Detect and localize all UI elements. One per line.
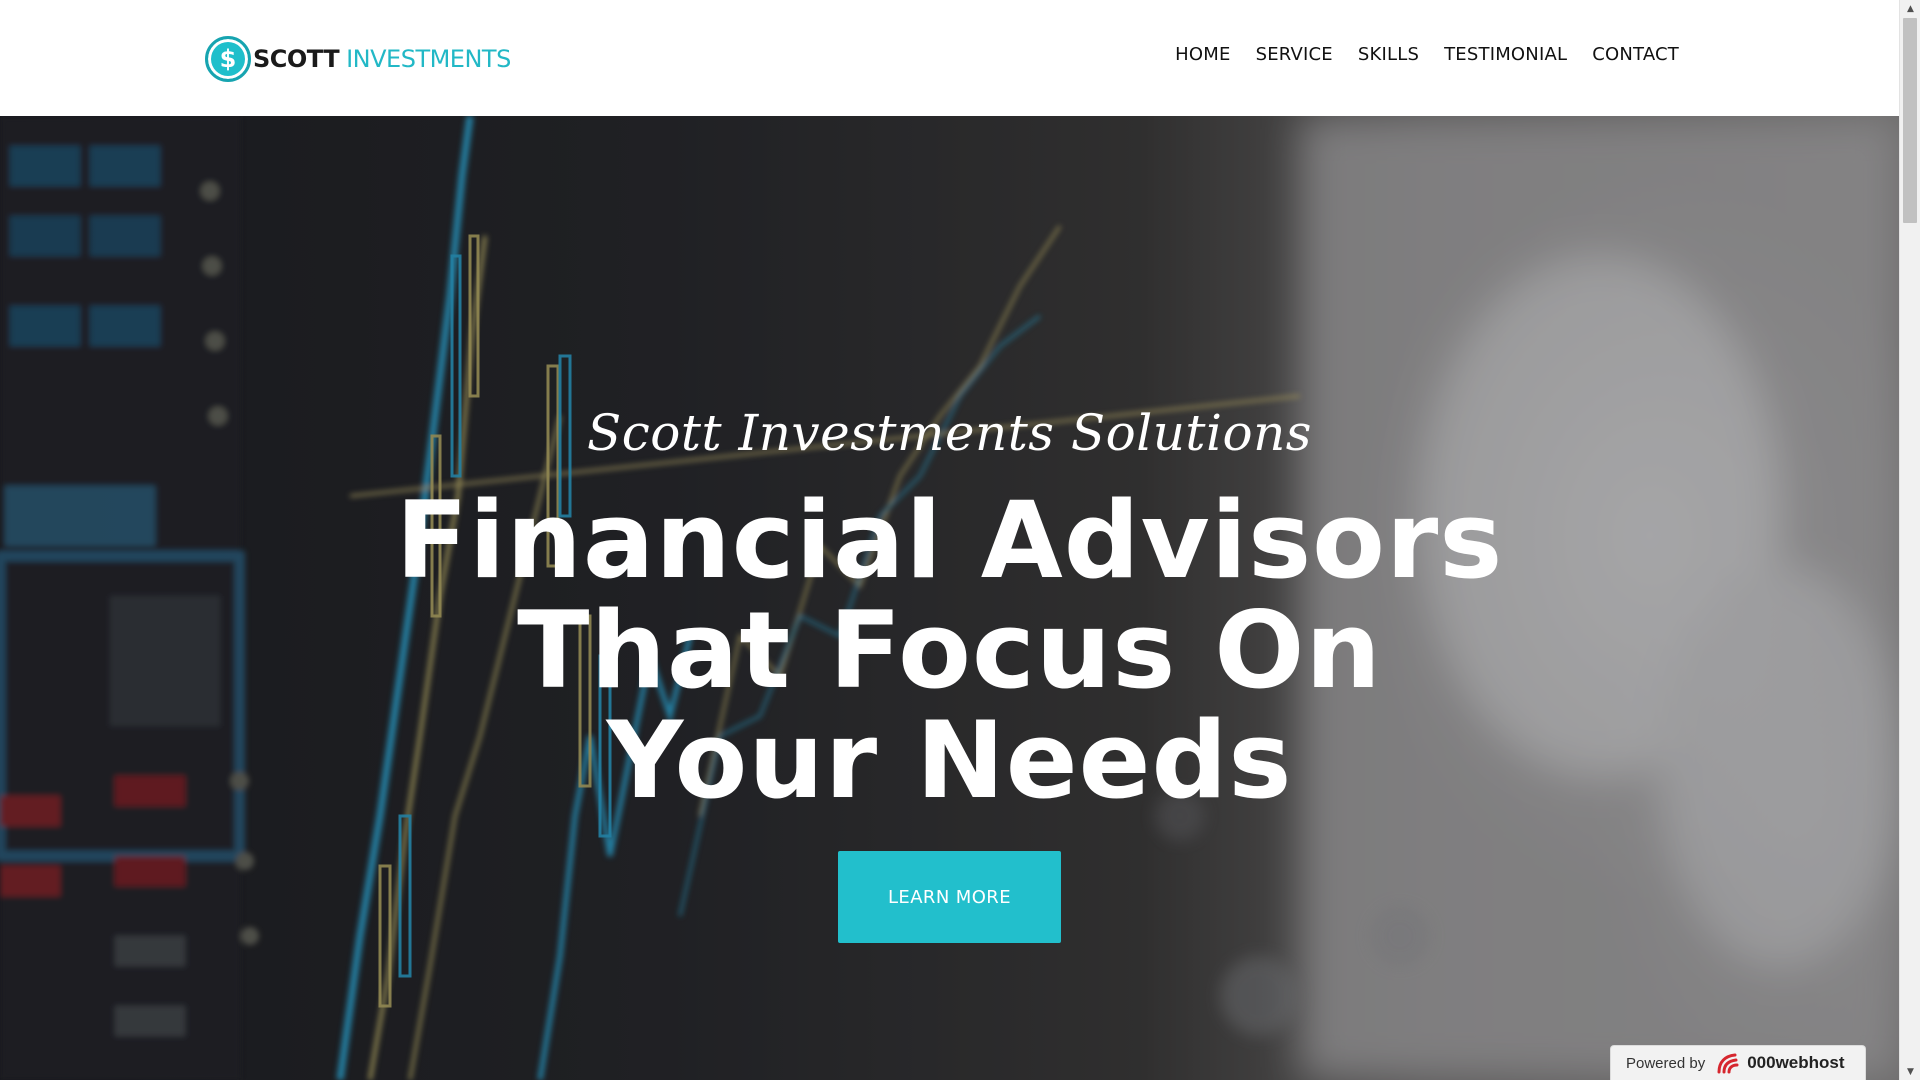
- powered-by-label: Powered by: [1626, 1054, 1706, 1072]
- scroll-up-arrow-icon[interactable]: ▲: [1900, 0, 1920, 17]
- webhost-brand-label: 000webhost: [1747, 1053, 1845, 1072]
- nav-item-testimonial[interactable]: TESTIMONIAL: [1444, 44, 1567, 65]
- nav-item-contact[interactable]: CONTACT: [1592, 44, 1679, 65]
- logo-text: SCOTT INVESTMENTS: [253, 45, 511, 73]
- logo-word-investments: INVESTMENTS: [346, 45, 511, 73]
- webhost-logo-icon: [1717, 1053, 1739, 1074]
- hero-script-heading: Scott Investments Solutions: [587, 404, 1312, 462]
- learn-more-button[interactable]: LEARN MORE: [838, 851, 1061, 943]
- nav-item-service[interactable]: SERVICE: [1256, 44, 1333, 65]
- logo-word-scott: SCOTT: [253, 45, 340, 73]
- page-scrollbar[interactable]: ▲ ▼: [1899, 0, 1920, 1080]
- site-logo-link[interactable]: $ SCOTT INVESTMENTS: [205, 36, 511, 82]
- nav-item-skills[interactable]: SKILLS: [1358, 44, 1419, 65]
- hero-title-line-1: Financial Advisors: [395, 479, 1504, 602]
- scroll-down-arrow-icon[interactable]: ▼: [1900, 1063, 1920, 1080]
- nav-item-home[interactable]: HOME: [1175, 44, 1230, 65]
- hero-title: Financial Advisors That Focus On Your Ne…: [0, 486, 1899, 816]
- main-nav: HOME SERVICE SKILLS TESTIMONIAL CONTACT: [1175, 44, 1679, 65]
- hero-title-line-3: Your Needs: [606, 699, 1293, 822]
- dollar-coin-icon: $: [205, 36, 251, 82]
- site-header: $ SCOTT INVESTMENTS HOME SERVICE SKILLS T…: [0, 0, 1899, 116]
- scrollbar-thumb[interactable]: [1903, 18, 1917, 223]
- hero-title-line-2: That Focus On: [517, 589, 1382, 712]
- powered-by-badge[interactable]: Powered by 000webhost: [1610, 1045, 1866, 1080]
- hero-section: Scott Investments Solutions Financial Ad…: [0, 116, 1899, 1080]
